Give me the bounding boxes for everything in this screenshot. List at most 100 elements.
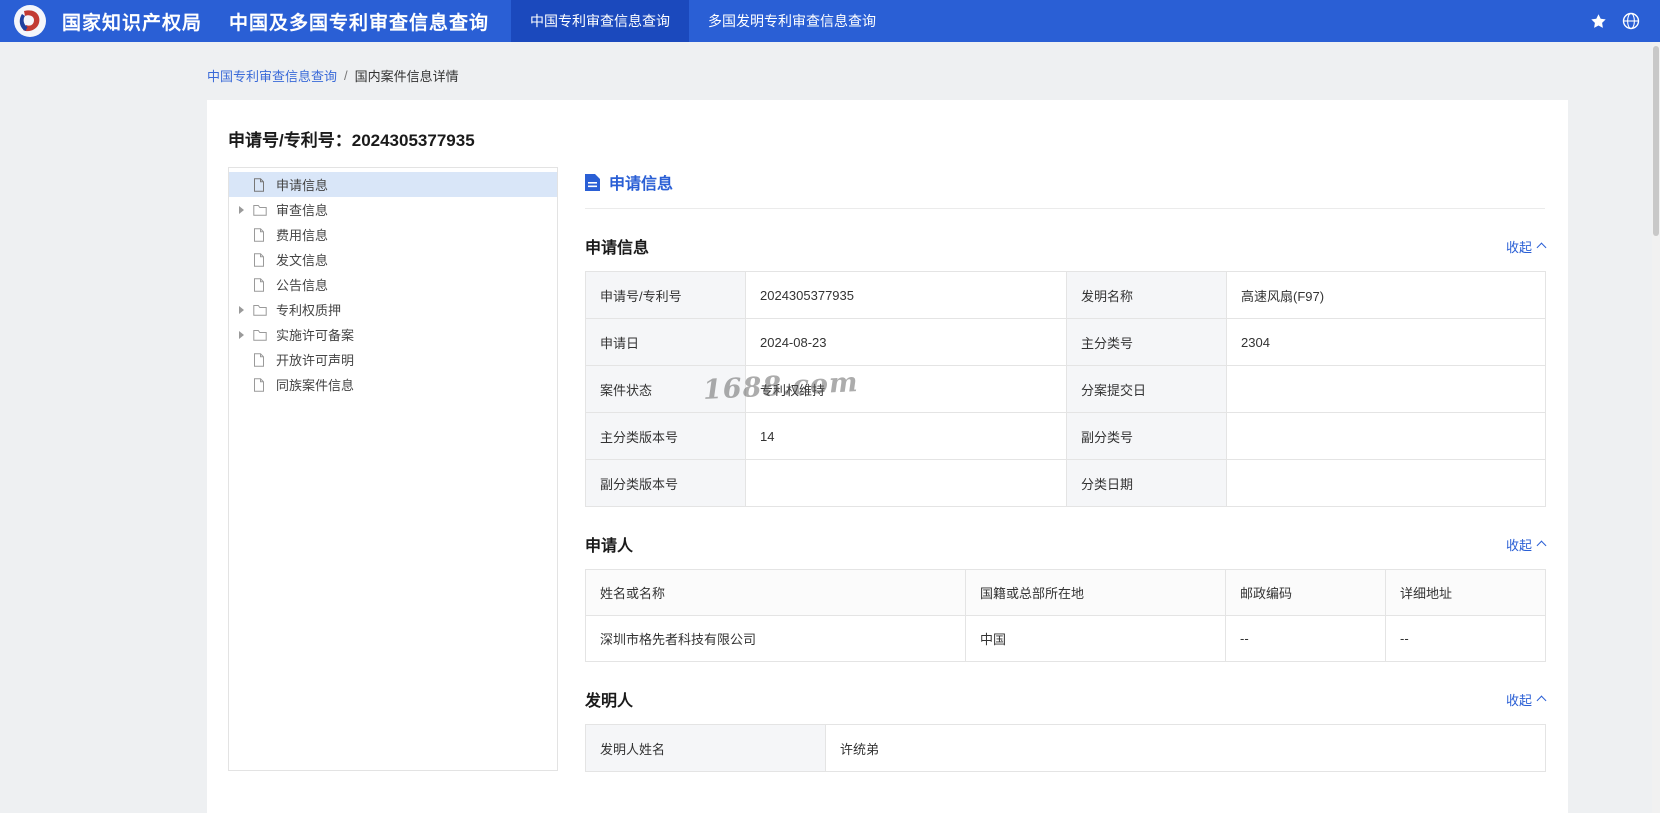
topbar: 国家知识产权局 中国及多国专利审查信息查询 中国专利审查信息查询 多国发明专利审… bbox=[0, 0, 1660, 42]
doc-icon bbox=[253, 277, 268, 292]
column-header: 详细地址 bbox=[1385, 569, 1546, 616]
field-value: 14 bbox=[745, 412, 1067, 460]
tree-caret-icon[interactable] bbox=[239, 205, 244, 214]
field-label: 分案提交日 bbox=[1066, 365, 1227, 413]
field-label: 发明人姓名 bbox=[585, 724, 826, 772]
field-label: 副分类号 bbox=[1066, 412, 1227, 460]
field-value: 2024305377935 bbox=[745, 271, 1067, 319]
field-label: 分类日期 bbox=[1066, 459, 1227, 507]
applicant-section-title: 申请人 bbox=[585, 538, 634, 555]
scrollbar-thumb[interactable] bbox=[1653, 46, 1659, 236]
sidebar-item-application-info[interactable]: 申请信息 bbox=[229, 172, 557, 197]
chevron-up-icon bbox=[1536, 695, 1547, 706]
chevron-up-icon bbox=[1536, 242, 1547, 253]
table-row: 副分类版本号 分类日期 bbox=[585, 459, 1546, 507]
blue-doc-icon bbox=[585, 173, 600, 191]
collapse-label: 收起 bbox=[1505, 537, 1532, 553]
table-header-row: 姓名或名称 国籍或总部所在地 邮政编码 详细地址 bbox=[585, 569, 1546, 616]
sidebar-item-label: 审查信息 bbox=[276, 203, 329, 218]
applicant-section-header: 申请人 收起 bbox=[585, 532, 1547, 556]
sidebar-item-issued-documents-info[interactable]: 发文信息 bbox=[229, 247, 557, 272]
collapse-label: 收起 bbox=[1505, 692, 1532, 708]
sidebar-item-label: 专利权质押 bbox=[276, 303, 342, 318]
panel-header: 申请信息 bbox=[585, 167, 1545, 209]
folder-icon bbox=[253, 304, 268, 316]
applicant-name: 深圳市格先者科技有限公司 bbox=[585, 615, 966, 662]
application-table-wrap: 申请号/专利号 2024305377935 发明名称 高速风扇(F97) 申请日… bbox=[585, 271, 1546, 507]
sidebar-item-label: 实施许可备案 bbox=[276, 328, 355, 343]
application-section-title: 申请信息 bbox=[585, 240, 650, 257]
org-name: 国家知识产权局 bbox=[62, 12, 203, 34]
collapse-applicant-section[interactable]: 收起 bbox=[1505, 535, 1547, 554]
field-label: 案件状态 bbox=[585, 365, 746, 413]
sidebar-item-label: 同族案件信息 bbox=[276, 378, 355, 393]
doc-icon bbox=[253, 252, 268, 267]
field-value: 专利权维持 bbox=[745, 365, 1067, 413]
field-value: 2024-08-23 bbox=[745, 318, 1067, 366]
sidebar-item-patent-pledge[interactable]: 专利权质押 bbox=[229, 297, 557, 322]
app-title: 中国及多国专利审查信息查询 bbox=[229, 12, 490, 34]
applicant-postcode: -- bbox=[1225, 615, 1386, 662]
table-row: 案件状态 专利权维持 分案提交日 bbox=[585, 365, 1546, 413]
collapse-application-section[interactable]: 收起 bbox=[1505, 237, 1547, 256]
column-header: 姓名或名称 bbox=[585, 569, 966, 616]
sidebar-item-label: 费用信息 bbox=[276, 228, 329, 243]
field-label: 申请日 bbox=[585, 318, 746, 366]
field-value bbox=[1226, 412, 1546, 460]
scrollbar-track bbox=[1652, 42, 1660, 813]
inventor-name: 许统弟 bbox=[825, 724, 1546, 772]
chevron-up-icon bbox=[1536, 540, 1547, 551]
doc-icon bbox=[253, 352, 268, 367]
table-row: 深圳市格先者科技有限公司 中国 -- -- bbox=[585, 615, 1546, 662]
doc-icon bbox=[253, 177, 268, 192]
field-value: 高速风扇(F97) bbox=[1226, 271, 1546, 319]
table-row: 主分类版本号 14 副分类号 bbox=[585, 412, 1546, 460]
sidebar-item-label: 开放许可声明 bbox=[276, 353, 355, 368]
applicant-table: 姓名或名称 国籍或总部所在地 邮政编码 详细地址 深圳市格先者科技有限公司 中国… bbox=[585, 569, 1546, 662]
breadcrumb-link-query-home[interactable]: 中国专利审查信息查询 bbox=[207, 66, 337, 85]
table-row: 申请日 2024-08-23 主分类号 2304 bbox=[585, 318, 1546, 366]
page-title: 申请号/专利号：2024305377935 bbox=[207, 100, 1568, 151]
page: 国家知识产权局 中国及多国专利审查信息查询 中国专利审查信息查询 多国发明专利审… bbox=[0, 0, 1660, 813]
star-icon[interactable] bbox=[1590, 13, 1607, 30]
collapse-inventor-section[interactable]: 收起 bbox=[1505, 690, 1547, 709]
field-value bbox=[1226, 459, 1546, 507]
folder-icon bbox=[253, 204, 268, 216]
tab-china-patent-query[interactable]: 中国专利审查信息查询 bbox=[511, 0, 690, 42]
inventor-table: 发明人姓名 许统弟 bbox=[585, 724, 1546, 772]
field-label: 主分类号 bbox=[1066, 318, 1227, 366]
tree-caret-icon[interactable] bbox=[239, 330, 244, 339]
topbar-actions bbox=[1590, 12, 1640, 30]
sidebar-item-label: 发文信息 bbox=[276, 253, 329, 268]
tab-multicountry-patent-query[interactable]: 多国发明专利审查信息查询 bbox=[689, 0, 895, 42]
field-label: 申请号/专利号 bbox=[585, 271, 746, 319]
detail-card: 申请号/专利号：2024305377935 申请信息 审查信息 费用信息 发文信… bbox=[207, 100, 1568, 813]
section-tree: 申请信息 审查信息 费用信息 发文信息 公告信息 专利权质押 实施许可备案 开放… bbox=[228, 167, 558, 771]
panel-title: 申请信息 bbox=[609, 176, 674, 193]
applicant-address: -- bbox=[1385, 615, 1546, 662]
breadcrumb: 中国专利审查信息查询 / 国内案件信息详情 bbox=[207, 66, 459, 85]
applicant-country: 中国 bbox=[965, 615, 1226, 662]
sidebar-item-family-case-info[interactable]: 同族案件信息 bbox=[229, 372, 557, 397]
sidebar-item-fee-info[interactable]: 费用信息 bbox=[229, 222, 557, 247]
detail-content: 申请信息 申请信息 收起 申请号/专利号 2024305377935 发明名称 … bbox=[585, 167, 1547, 772]
sidebar-item-label: 申请信息 bbox=[276, 178, 329, 193]
breadcrumb-separator: / bbox=[344, 68, 348, 83]
field-label: 发明名称 bbox=[1066, 271, 1227, 319]
sidebar-item-open-license-declaration[interactable]: 开放许可声明 bbox=[229, 347, 557, 372]
doc-icon bbox=[253, 377, 268, 392]
sidebar-item-label: 公告信息 bbox=[276, 278, 329, 293]
table-row: 申请号/专利号 2024305377935 发明名称 高速风扇(F97) bbox=[585, 271, 1546, 319]
field-value bbox=[745, 459, 1067, 507]
globe-icon[interactable] bbox=[1622, 12, 1640, 30]
page-title-label: 申请号/专利号： bbox=[228, 131, 352, 150]
sidebar-item-examination-info[interactable]: 审查信息 bbox=[229, 197, 557, 222]
tree-caret-icon[interactable] bbox=[239, 305, 244, 314]
collapse-label: 收起 bbox=[1505, 239, 1532, 255]
field-label: 副分类版本号 bbox=[585, 459, 746, 507]
inventor-section-title: 发明人 bbox=[585, 693, 634, 710]
application-table: 申请号/专利号 2024305377935 发明名称 高速风扇(F97) 申请日… bbox=[585, 271, 1546, 507]
sidebar-item-announcement-info[interactable]: 公告信息 bbox=[229, 272, 557, 297]
sidebar-item-license-record[interactable]: 实施许可备案 bbox=[229, 322, 557, 347]
topbar-tabs: 中国专利审查信息查询 多国发明专利审查信息查询 bbox=[511, 0, 895, 42]
